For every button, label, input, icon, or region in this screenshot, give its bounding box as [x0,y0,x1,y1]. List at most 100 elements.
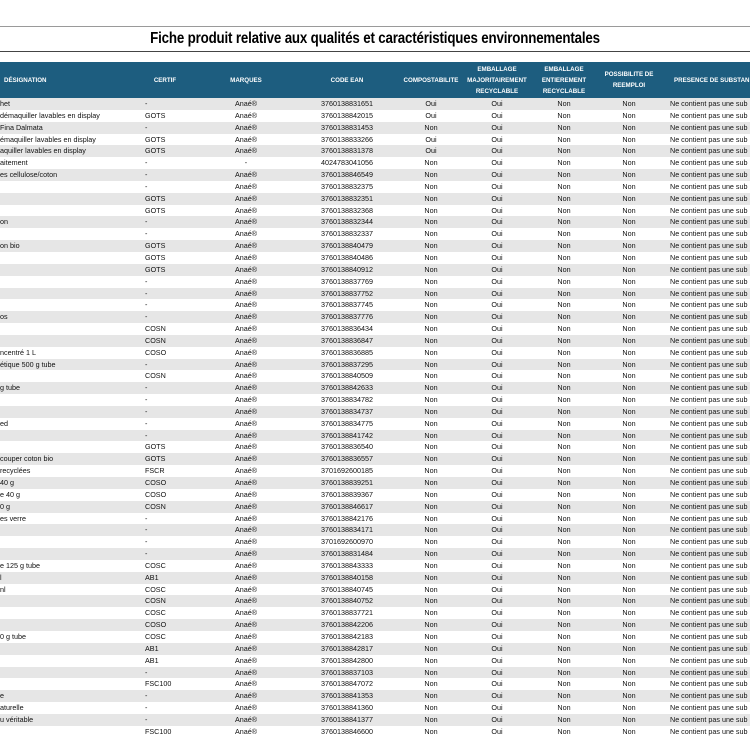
table-row: étique 500 g tube - Anaé® 3760138837295 Non O… [0,358,750,371]
cell-emballage-entierement: Non [557,122,571,132]
cell-possibilite-reemploi: Non [622,703,636,713]
page-title: Fiche produit relative aux qualités et c… [150,30,600,47]
header-emballage-maj-line2: MAJORITAIREMENT [467,76,527,84]
cell-marque: Anaé® [234,691,258,701]
cell-presence-substance: Ne contient pas une sub [670,501,748,511]
cell-presence-substance: Ne contient pas une sub [670,478,748,487]
cell-presence-substance: Ne contient pas une sub [670,596,748,606]
cell-possibilite-reemploi: Non [622,276,636,286]
cell-designation: nl [0,584,6,594]
cell-ean: 3760138832368 [321,205,373,215]
cell-presence-substance: Ne contient pas une sub [670,691,748,701]
cell-emballage-entierement: Non [557,454,571,464]
cell-emballage-majoritairement: Oui [491,525,503,535]
cell-certif: - [145,406,148,416]
cell-possibilite-reemploi: Non [622,667,636,677]
cell-certif: - [145,170,148,180]
cell-presence-substance: Ne contient pas une sub [670,714,748,724]
cell-designation: l [0,572,2,582]
cell-presence-substance: Ne contient pas une sub [670,99,748,108]
cell-ean: 3760138831453 [321,122,373,132]
cell-compostabilite: Non [424,430,438,440]
cell-possibilite-reemploi: Non [622,584,636,594]
cell-compostabilite: Non [424,442,438,452]
cell-certif: AB1 [145,643,159,653]
cell-possibilite-reemploi: Non [622,726,636,736]
cell-certif: - [145,418,148,428]
header-emballage-entierement: EMBALLAGE ENTIEREMENT RECYCLABLE [532,62,596,98]
cell-designation [0,394,142,406]
cell-designation [0,607,142,619]
cell-designation: couper coton bio [0,454,54,464]
cell-compostabilite: Non [424,620,438,630]
cell-emballage-entierement: Non [557,572,571,582]
table-row: u véritable - Anaé® 3760138841377 Non Oui Non N… [0,713,750,726]
cell-possibilite-reemploi: Non [622,525,636,535]
cell-compostabilite: Non [424,631,438,641]
cell-presence-substance: Ne contient pas une sub [670,549,748,559]
cell-ean: 3760138832351 [321,193,373,203]
cell-certif: COSN [145,335,166,345]
cell-possibilite-reemploi: Non [622,193,636,203]
cell-certif: GOTS [145,205,166,215]
cell-presence-substance: Ne contient pas une sub [670,276,748,286]
cell-presence-substance: Ne contient pas une sub [670,537,748,547]
cell-emballage-majoritairement: Oui [491,418,503,428]
cell-possibilite-reemploi: Non [622,489,636,499]
cell-possibilite-reemploi: Non [622,359,636,369]
table-row: g tube - Anaé® 3760138842633 Non Oui Non Non Ne … [0,382,750,395]
cell-marque: Anaé® [234,383,258,393]
cell-certif: - [145,513,148,523]
cell-emballage-entierement: Non [557,347,571,357]
cell-certif: COSC [145,560,166,570]
cell-emballage-majoritairement: Oui [491,347,503,357]
cell-marque: Anaé® [234,122,258,132]
cell-marque: Anaé® [234,714,258,724]
cell-possibilite-reemploi: Non [622,620,636,630]
cell-designation [0,228,142,240]
cell-marque: Anaé® [234,703,258,713]
cell-presence-substance: Ne contient pas une sub [670,383,748,393]
cell-emballage-majoritairement: Oui [491,122,503,132]
cell-compostabilite: Non [424,241,438,251]
header-emballage-majoritairement: EMBALLAGE MAJORITAIREMENT RECYCLABLE [463,62,531,98]
table-row: aquiller lavables en display GOTS Anaé® 376… [0,145,750,158]
cell-emballage-entierement: Non [557,406,571,416]
cell-ean: 3701692600185 [321,466,373,476]
cell-presence-substance: Ne contient pas une sub [670,466,748,476]
cell-presence-substance: Ne contient pas une sub [670,395,748,405]
cell-designation: e [0,691,4,701]
cell-designation: es cellulose/coton [0,170,58,180]
cell-ean: 3760138842206 [321,620,373,630]
cell-compostabilite: Non [424,655,438,665]
cell-designation [0,441,142,453]
cell-presence-substance: Ne contient pas une sub [670,655,748,665]
cell-marque: Anaé® [234,537,258,547]
cell-emballage-majoritairement: Oui [491,324,503,334]
cell-compostabilite: Non [424,667,438,677]
cell-possibilite-reemploi: Non [622,454,636,464]
cell-emballage-majoritairement: Oui [491,158,503,168]
cell-presence-substance: Ne contient pas une sub [670,525,748,535]
cell-emballage-entierement: Non [557,667,571,677]
cell-compostabilite: Non [424,359,438,369]
header-designation: DÉSIGNATION [4,76,47,84]
table-row: on - Anaé® 3760138832344 Non Oui Non Non Ne cont… [0,216,750,229]
header-presence-substance: PRESENCE DE SUBSTAN [674,76,750,84]
cell-marque: Anaé® [234,288,258,298]
cell-certif: COSC [145,584,166,594]
table-row: - Anaé® 3760138837103 Non Oui Non Non Ne contie… [0,666,750,679]
table-row: - Anaé® 3760138837769 Non Oui Non Non Ne contie… [0,276,750,288]
table-row: l AB1 Anaé® 3760138840158 Non Oui Non Non Ne con… [0,571,750,584]
cell-possibilite-reemploi: Non [622,324,636,334]
cell-compostabilite: Non [424,181,438,191]
table-row: 0 g COSN Anaé® 3760138846617 Non Oui Non Non Ne … [0,500,750,513]
cell-designation [0,524,142,536]
cell-designation [0,323,142,335]
table-header: DÉSIGNATION CERTIF MARQUES CODE EAN COMP… [0,62,750,98]
header-certif: CERTIF [153,76,177,84]
cell-possibilite-reemploi: Non [622,572,636,582]
cell-emballage-entierement: Non [557,324,571,334]
cell-marque: Anaé® [234,181,258,191]
cell-possibilite-reemploi: Non [622,714,636,724]
